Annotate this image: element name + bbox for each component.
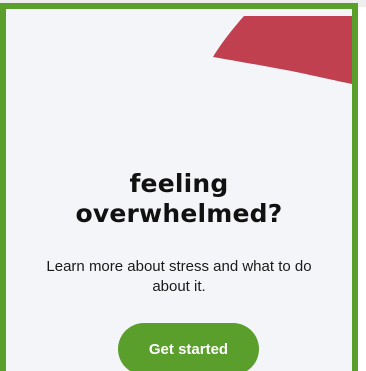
get-started-button[interactable]: Get started xyxy=(118,323,259,371)
page-viewport: feeling overwhelmed? Learn more about st… xyxy=(0,0,366,371)
card-heading-line-1: feeling xyxy=(129,169,229,198)
card-description: Learn more about stress and what to do a… xyxy=(46,258,312,295)
card-heading-line-2: overwhelmed? xyxy=(75,199,283,228)
card-heading: feeling overwhelmed? xyxy=(6,169,352,229)
wave-shape-path xyxy=(213,16,352,84)
decorative-wave-shape xyxy=(213,16,352,84)
stress-promo-card: feeling overwhelmed? Learn more about st… xyxy=(0,3,358,371)
